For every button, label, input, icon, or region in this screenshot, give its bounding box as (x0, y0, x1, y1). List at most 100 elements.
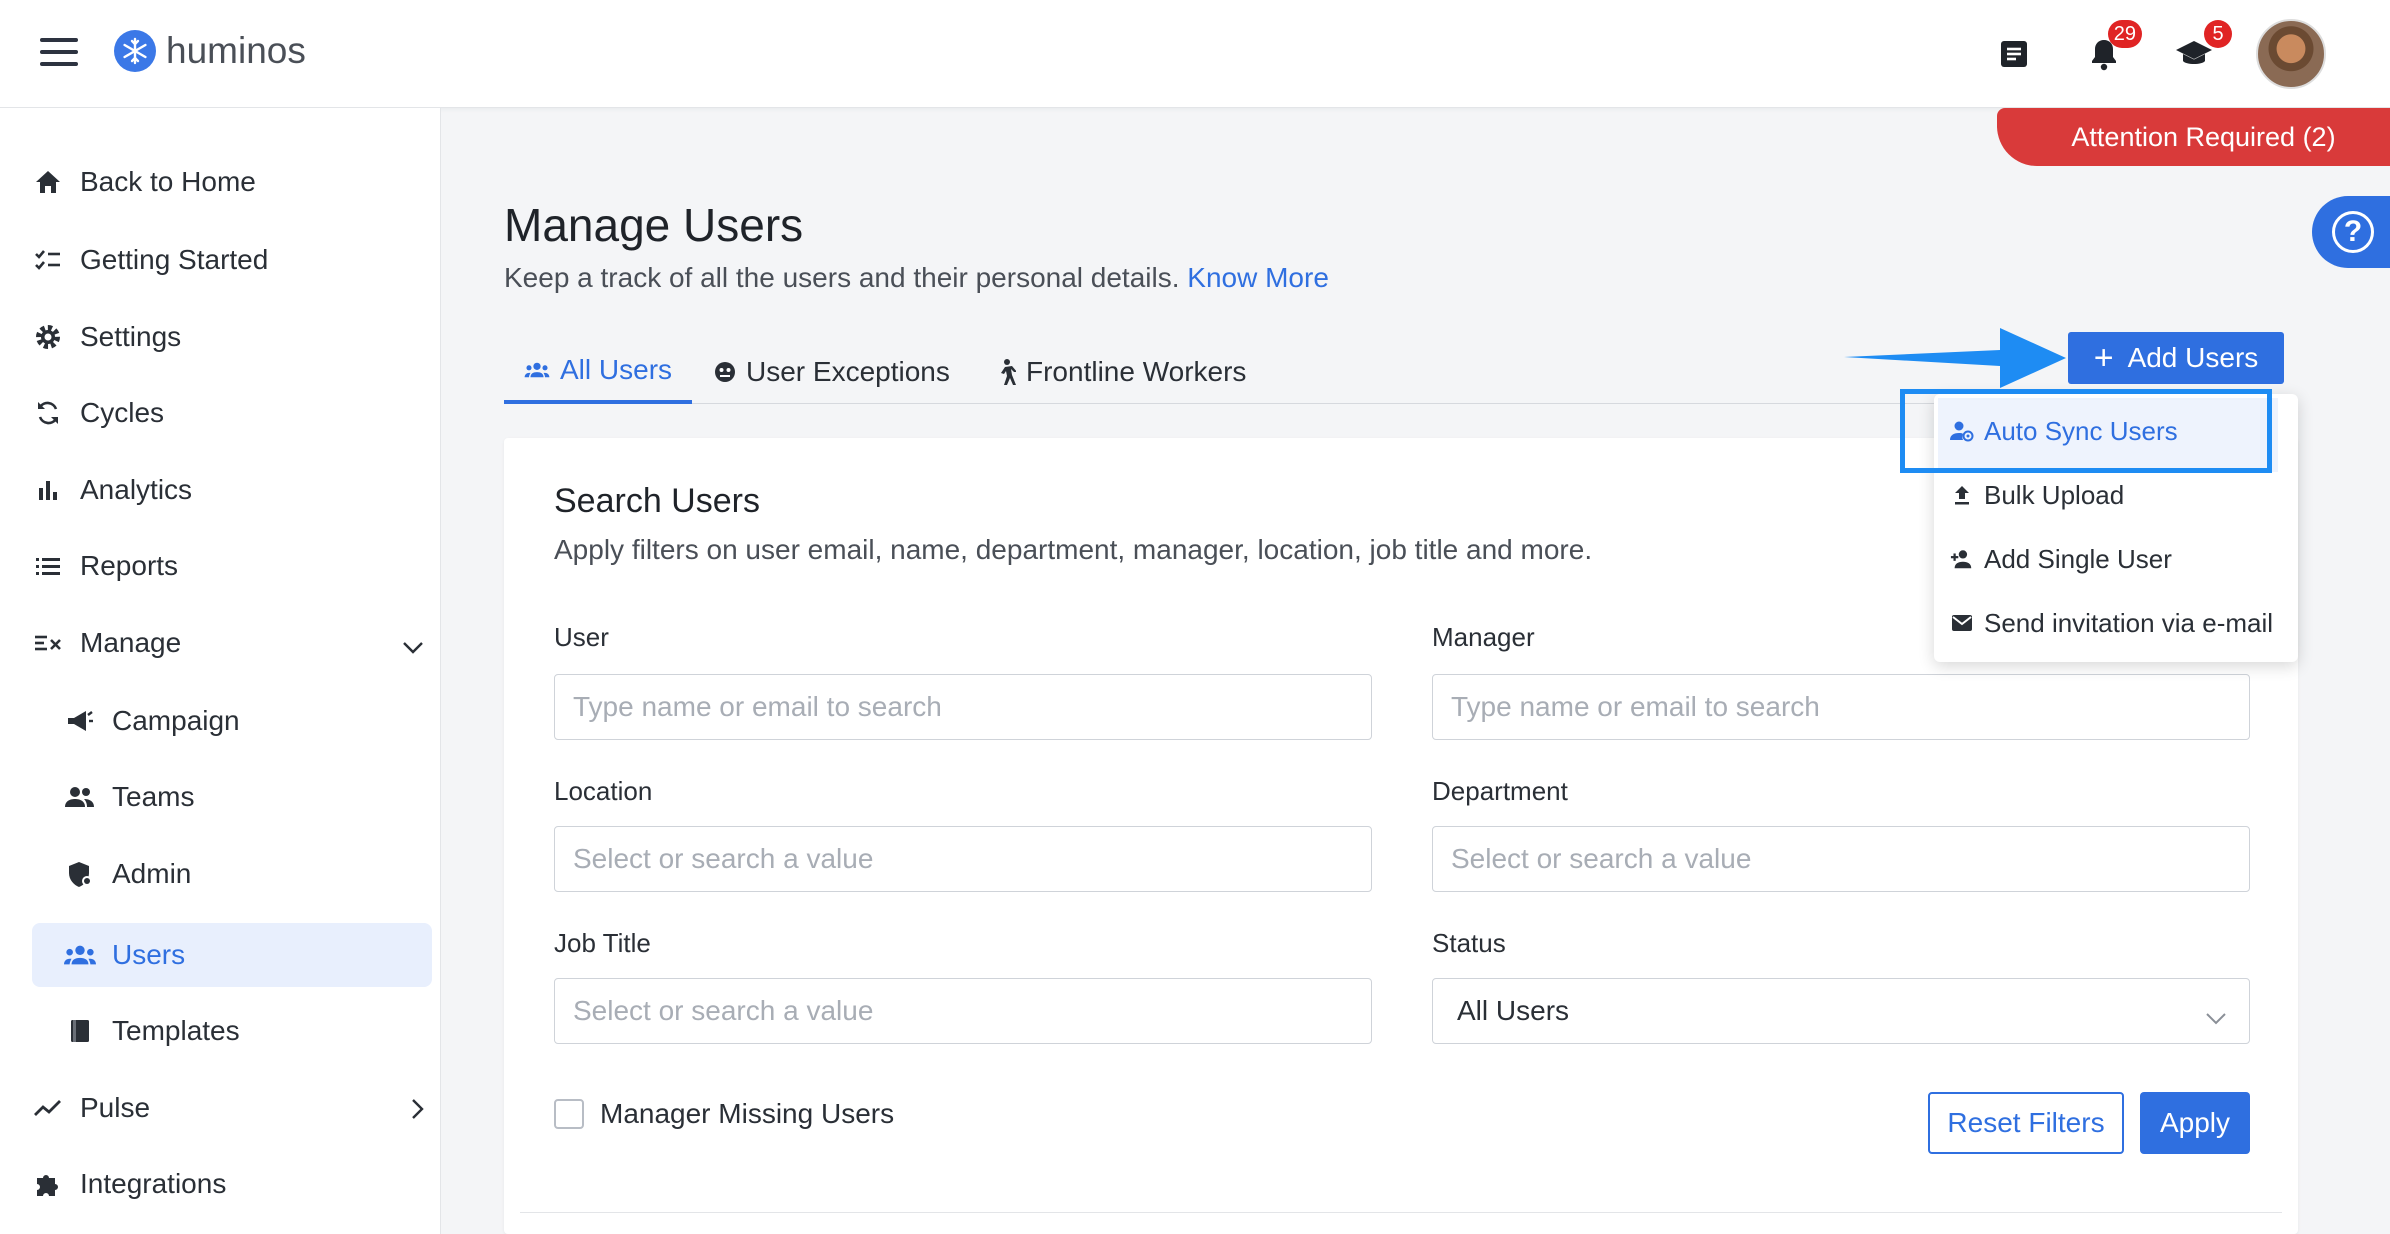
mail-icon (1950, 614, 1974, 632)
exception-icon (714, 361, 736, 383)
tab-label: All Users (560, 354, 673, 385)
sidebar-item-teams[interactable]: Teams (32, 766, 432, 828)
sidebar-item-label: Analytics (80, 474, 193, 505)
people-icon (64, 786, 96, 808)
notification-badge: 29 (2107, 20, 2142, 48)
sidebar-item-reports[interactable]: Reports (32, 535, 432, 597)
apply-button[interactable]: Apply (2140, 1092, 2250, 1154)
tab-all-users[interactable]: All Users (504, 340, 692, 404)
attention-required-banner[interactable]: Attention Required (2) (1997, 108, 2390, 166)
user-label: User (554, 622, 609, 652)
sidebar-item-cycles[interactable]: Cycles (32, 382, 432, 444)
plus-icon: + (2093, 339, 2114, 377)
shield-icon (64, 860, 96, 888)
megaphone-icon (64, 709, 96, 733)
tab-label: User Exceptions (746, 356, 950, 387)
manager-missing-checkbox[interactable] (554, 1099, 584, 1129)
sidebar-item-label: Integrations (80, 1168, 227, 1199)
sidebar-item-label: Reports (80, 550, 179, 581)
avatar[interactable] (2256, 19, 2326, 89)
divider (520, 1212, 2282, 1213)
sidebar-item-label: Cycles (80, 397, 165, 428)
sidebar-item-settings[interactable]: Settings (32, 306, 432, 368)
add-single-user-item[interactable]: Add Single User (1950, 534, 2172, 584)
manage-icon (32, 632, 64, 654)
bar-chart-icon (32, 479, 64, 501)
puzzle-icon (32, 1170, 64, 1198)
dropdown-item-label: Send invitation via e-mail (1984, 607, 2274, 638)
group-icon (64, 944, 96, 966)
know-more-link[interactable]: Know More (1187, 262, 1329, 293)
add-users-label: Add Users (2127, 342, 2259, 373)
sidebar-item-back-to-home[interactable]: Back to Home (32, 151, 432, 213)
tab-label: Frontline Workers (1026, 356, 1247, 387)
status-value: All Users (1457, 995, 1570, 1026)
sidebar-item-users[interactable]: Users (32, 923, 432, 987)
page-subtitle: Keep a track of all the users and their … (504, 262, 1329, 294)
logo[interactable]: huminos (114, 30, 306, 72)
sidebar-item-label: Users (112, 939, 186, 970)
manager-missing-label: Manager Missing Users (600, 1098, 895, 1129)
sidebar-item-campaign[interactable]: Campaign (32, 690, 432, 752)
sidebar-item-admin[interactable]: Admin (32, 843, 432, 905)
group-icon (524, 362, 550, 378)
chevron-down-icon (2205, 1001, 2227, 1033)
sidebar: Back to Home Getting Started Settings Cy… (0, 108, 441, 1234)
top-bar: huminos 29 5 (0, 0, 2390, 108)
home-icon (32, 169, 64, 195)
chevron-down-icon (402, 630, 424, 662)
search-users-subtitle: Apply filters on user email, name, depar… (554, 534, 1593, 565)
department-label: Department (1432, 776, 1568, 806)
courses-badge: 5 (2204, 20, 2232, 48)
send-invitation-item[interactable]: Send invitation via e-mail (1950, 598, 2273, 648)
help-button[interactable]: ? (2312, 196, 2390, 268)
manager-search-input[interactable]: Type name or email to search (1432, 674, 2250, 740)
search-users-title: Search Users (554, 482, 760, 520)
gear-icon (32, 323, 64, 351)
notes-icon[interactable] (1976, 16, 2052, 92)
status-label: Status (1432, 928, 1506, 958)
user-search-input[interactable]: Type name or email to search (554, 674, 1372, 740)
sidebar-item-integrations[interactable]: Integrations (32, 1153, 432, 1215)
checklist-icon (32, 248, 64, 272)
manager-missing-row[interactable]: Manager Missing Users (554, 1098, 894, 1130)
tab-frontline-workers[interactable]: Frontline Workers (996, 340, 1246, 404)
cycle-icon (32, 399, 64, 427)
sidebar-item-label: Campaign (112, 705, 240, 736)
dropdown-item-label: Add Single User (1984, 543, 2172, 574)
sidebar-item-label: Pulse (80, 1092, 151, 1123)
sidebar-item-manage[interactable]: Manage (32, 612, 432, 674)
page-title: Manage Users (504, 199, 804, 251)
sidebar-item-templates[interactable]: Templates (32, 1000, 432, 1062)
upload-icon (1950, 484, 1974, 506)
book-icon (64, 1018, 96, 1044)
sidebar-item-pulse[interactable]: Pulse (32, 1077, 432, 1139)
job-title-select[interactable]: Select or search a value (554, 978, 1372, 1044)
bulk-upload-item[interactable]: Bulk Upload (1950, 470, 2124, 520)
sidebar-item-getting-started[interactable]: Getting Started (32, 229, 432, 291)
walking-person-icon (996, 358, 1016, 386)
location-select[interactable]: Select or search a value (554, 826, 1372, 892)
reset-filters-button[interactable]: Reset Filters (1928, 1092, 2124, 1154)
sidebar-item-label: Back to Home (80, 166, 256, 197)
chevron-right-icon (410, 1095, 424, 1127)
department-select[interactable]: Select or search a value (1432, 826, 2250, 892)
list-icon (32, 556, 64, 576)
add-users-button[interactable]: + Add Users (2068, 332, 2284, 384)
graduation-cap-icon[interactable]: 5 (2156, 16, 2232, 92)
sidebar-item-label: Teams (112, 781, 195, 812)
menu-icon[interactable] (40, 38, 78, 66)
sidebar-item-label: Settings (80, 321, 182, 352)
trend-icon (32, 1098, 64, 1118)
sidebar-item-label: Admin (112, 858, 192, 889)
sidebar-item-label: Getting Started (80, 244, 269, 275)
snowflake-logo-icon (114, 30, 156, 72)
sidebar-item-analytics[interactable]: Analytics (32, 459, 432, 521)
tab-user-exceptions[interactable]: User Exceptions (714, 340, 950, 404)
bell-icon[interactable]: 29 (2066, 16, 2142, 92)
status-select[interactable]: All Users (1432, 978, 2250, 1044)
page-subtitle-text: Keep a track of all the users and their … (504, 262, 1180, 293)
manager-label: Manager (1432, 622, 1535, 652)
job-title-label: Job Title (554, 928, 651, 958)
dropdown-item-label: Bulk Upload (1984, 479, 2125, 510)
